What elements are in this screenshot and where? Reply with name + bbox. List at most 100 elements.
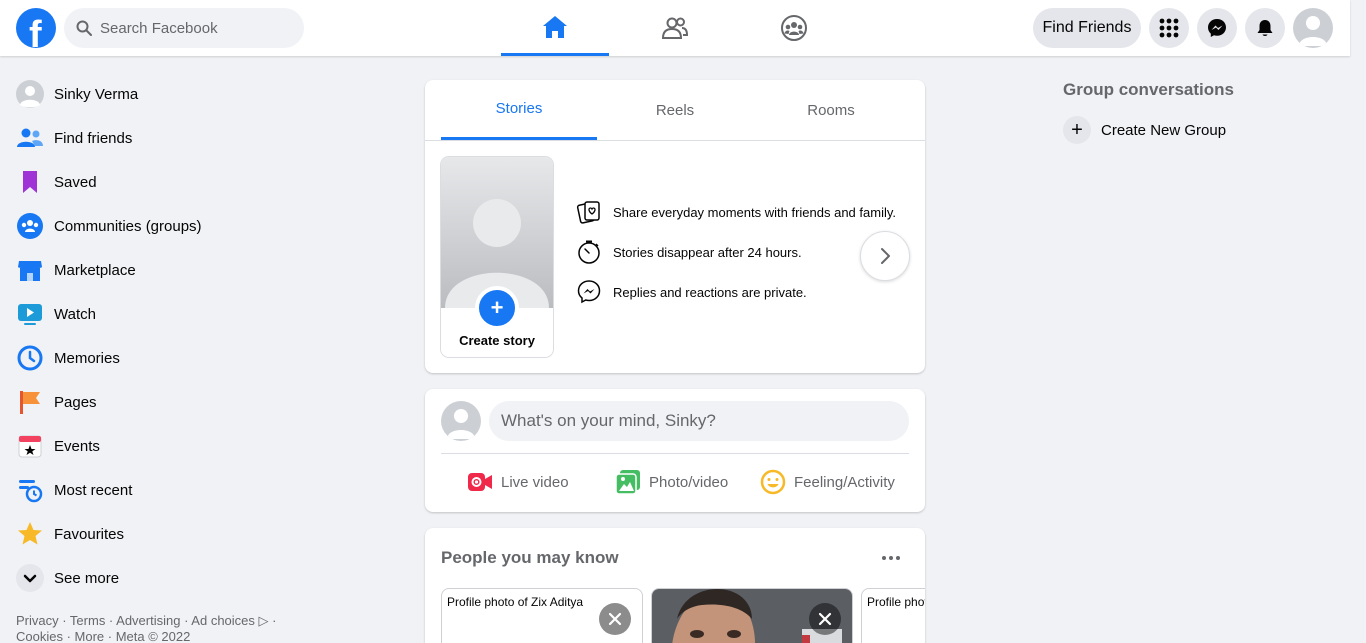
avatar[interactable] — [441, 401, 481, 441]
sidebar-item-find-friends[interactable]: Find friends — [16, 116, 346, 160]
search-box[interactable] — [64, 8, 304, 48]
more-options-button[interactable] — [875, 546, 907, 570]
tab-reels[interactable]: Reels — [597, 80, 753, 140]
group-conversations-title: Group conversations — [1063, 80, 1234, 99]
chevron-down-icon — [16, 564, 44, 592]
close-icon — [818, 612, 832, 626]
photo-video-icon — [615, 469, 641, 495]
communities-icon — [16, 212, 44, 240]
find-friends-button[interactable]: Find Friends — [1033, 8, 1141, 48]
search-icon — [76, 20, 92, 36]
sidebar-item-most-recent[interactable]: Most recent — [16, 468, 346, 512]
pages-flag-icon — [16, 388, 44, 416]
sidebar-item-marketplace[interactable]: Marketplace — [16, 248, 346, 292]
story-info-row: Stories disappear after 24 hours. — [576, 239, 802, 265]
messenger-button[interactable] — [1197, 8, 1237, 48]
profile-photo-alt-text: Profile photo of Zix Aditya — [447, 595, 584, 609]
tab-rooms[interactable]: Rooms — [753, 80, 909, 140]
create-story-tile[interactable]: + Create story — [441, 157, 553, 357]
page-scrollbar[interactable] — [1350, 0, 1366, 643]
sidebar-item-label: Find friends — [54, 129, 133, 147]
more-dot — [882, 556, 886, 560]
whats-on-your-mind-input[interactable]: What's on your mind, Sinky? — [489, 401, 909, 441]
facebook-logo-letter: f — [29, 14, 42, 48]
tab-friends[interactable] — [621, 0, 729, 56]
footer-line[interactable]: Cookies · More · Meta © 2022 — [16, 629, 316, 643]
plus-icon: + — [1063, 116, 1091, 144]
groups-icon — [781, 15, 807, 41]
sidebar-item-label: Pages — [54, 393, 97, 411]
feeling-activity-button[interactable]: Feeling/Activity — [760, 466, 895, 498]
friends-icon — [661, 17, 689, 39]
find-friends-icon — [16, 124, 44, 152]
stories-next-button[interactable] — [860, 231, 910, 281]
tab-stories[interactable]: Stories — [441, 80, 597, 140]
search-input[interactable] — [100, 8, 290, 48]
sidebar-item-label: Most recent — [54, 481, 133, 499]
sidebar-item-see-more[interactable]: See more — [16, 556, 346, 600]
story-info-text: Stories disappear after 24 hours. — [613, 244, 802, 260]
sidebar-item-watch[interactable]: Watch — [16, 292, 346, 336]
notifications-bell-icon — [1257, 20, 1273, 36]
menu-button[interactable] — [1149, 8, 1189, 48]
sidebar-item-saved[interactable]: Saved — [16, 160, 346, 204]
footer-links[interactable]: Privacy · Terms · Advertising · Ad choic… — [16, 613, 316, 643]
more-dot — [896, 556, 900, 560]
live-video-icon — [467, 471, 493, 493]
photo-video-label: Photo/video — [649, 473, 729, 491]
suggested-person-card[interactable] — [651, 588, 853, 643]
sidebar-item-label: Favourites — [54, 525, 125, 543]
avatar — [16, 80, 44, 108]
stopwatch-icon — [576, 239, 602, 265]
sidebar-item-label: Saved — [54, 173, 97, 191]
sidebar-item-events[interactable]: Events — [16, 424, 346, 468]
sidebar-item-memories[interactable]: Memories — [16, 336, 346, 380]
sidebar-item-label: Communities (groups) — [54, 217, 202, 235]
footer-line[interactable]: Privacy · Terms · Advertising · Ad choic… — [16, 613, 316, 629]
saved-bookmark-icon — [16, 168, 44, 196]
menu-grid-icon — [1159, 18, 1179, 38]
profile-photo-alt-text: Profile photo — [867, 595, 925, 609]
dismiss-suggestion-button[interactable] — [809, 603, 841, 635]
create-new-group-label: Create New Group — [1101, 121, 1227, 139]
sidebar-item-profile[interactable]: Sinky Verma — [16, 72, 346, 116]
facebook-logo[interactable]: f — [16, 8, 56, 48]
divider — [425, 140, 925, 141]
suggested-person-card[interactable]: Profile photo — [861, 588, 925, 643]
live-video-button[interactable]: Live video — [467, 466, 569, 498]
story-info-row: Share everyday moments with friends and … — [576, 199, 896, 225]
profile-avatar-button[interactable] — [1293, 8, 1333, 48]
photo-video-button[interactable]: Photo/video — [615, 466, 728, 498]
sidebar-item-favourites[interactable]: Favourites — [16, 512, 346, 556]
chevron-right-icon — [881, 248, 890, 264]
top-navigation-bar: f Find Friends — [0, 0, 1350, 56]
sidebar-item-label: Memories — [54, 349, 120, 367]
add-story-plus-icon[interactable]: + — [475, 286, 519, 330]
dismiss-suggestion-button[interactable] — [599, 603, 631, 635]
most-recent-icon — [16, 476, 44, 504]
notifications-button[interactable] — [1245, 8, 1285, 48]
messenger-icon — [576, 279, 602, 305]
tab-groups[interactable] — [740, 0, 848, 56]
tab-home[interactable] — [501, 0, 609, 56]
story-card-heart-icon — [576, 199, 602, 225]
story-info-text: Share everyday moments with friends and … — [613, 204, 896, 220]
feeling-smiley-icon — [760, 469, 786, 495]
live-video-label: Live video — [501, 473, 569, 491]
close-icon — [608, 612, 622, 626]
sidebar-item-label: Marketplace — [54, 261, 136, 279]
people-you-may-know-title: People you may know — [441, 548, 619, 567]
sidebar-item-communities[interactable]: Communities (groups) — [16, 204, 346, 248]
memories-clock-icon — [16, 344, 44, 372]
post-composer-card: What's on your mind, Sinky? Live video P… — [425, 389, 925, 512]
sidebar-item-pages[interactable]: Pages — [16, 380, 346, 424]
avatar — [1299, 16, 1327, 46]
people-you-may-know-card: People you may know Profile photo of Zix… — [425, 528, 925, 643]
messenger-icon — [1208, 19, 1226, 37]
suggested-person-card[interactable]: Profile photo of Zix Aditya — [441, 588, 643, 643]
sidebar-item-label: Events — [54, 437, 100, 455]
sidebar-item-label: Watch — [54, 305, 96, 323]
create-new-group-button[interactable]: + Create New Group — [1063, 116, 1226, 144]
divider — [441, 453, 909, 454]
story-info-row: Replies and reactions are private. — [576, 279, 807, 305]
